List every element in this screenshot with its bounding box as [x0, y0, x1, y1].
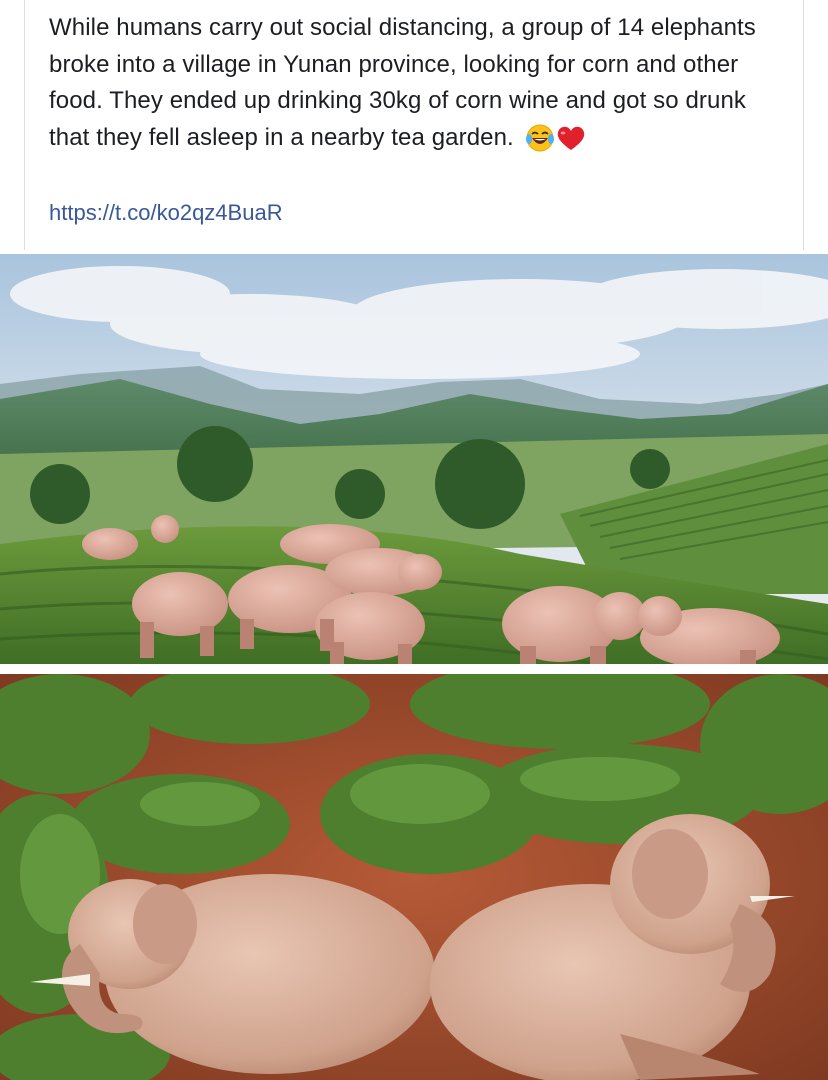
photo-divider	[0, 664, 828, 674]
emoji-row	[525, 123, 587, 153]
post-body-text: While humans carry out social distancing…	[49, 14, 756, 151]
post-card: While humans carry out social distancing…	[24, 0, 804, 250]
post-link[interactable]: https://t.co/ko2qz4BuaR	[49, 200, 283, 226]
post-text: While humans carry out social distancing…	[49, 10, 789, 156]
elephants-standing-in-tea-garden-photo[interactable]	[0, 254, 828, 664]
laughing-tears-emoji	[525, 124, 554, 152]
red-heart-emoji	[557, 126, 584, 151]
elephants-sleeping-in-tea-garden-photo[interactable]	[0, 674, 828, 1080]
